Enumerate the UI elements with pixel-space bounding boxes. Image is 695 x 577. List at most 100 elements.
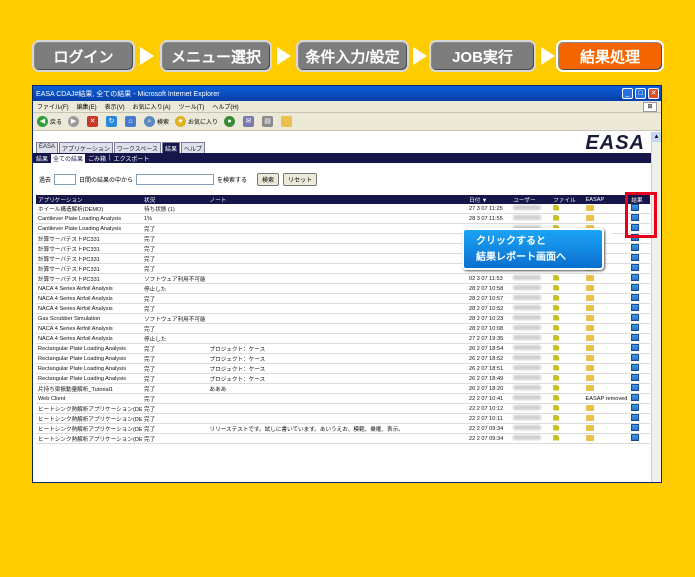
result-report-icon[interactable]	[631, 354, 640, 361]
row-file[interactable]	[551, 373, 584, 384]
row-result[interactable]	[629, 303, 650, 314]
file-icon[interactable]	[553, 434, 560, 441]
result-report-icon[interactable]	[631, 434, 640, 441]
result-report-icon[interactable]	[631, 334, 640, 341]
row-result[interactable]	[629, 263, 650, 274]
row-application[interactable]: ヒートシンク熱解析アプリケーション(DEMO)	[36, 423, 142, 434]
result-report-icon[interactable]	[631, 384, 640, 391]
print-button[interactable]: ▤	[262, 116, 275, 127]
table-row[interactable]: ホイール構造解析(DEMO) 待ち状態 (1) 27 3 07 11:25	[36, 204, 650, 214]
row-file[interactable]	[551, 333, 584, 344]
result-report-icon[interactable]	[631, 324, 640, 331]
row-application[interactable]: 計算サーバテストPC331	[36, 253, 142, 264]
file-icon[interactable]	[553, 214, 560, 221]
close-icon[interactable]: ✕	[648, 88, 659, 99]
row-result[interactable]	[629, 423, 650, 434]
row-easap[interactable]	[583, 283, 630, 294]
folder-icon[interactable]	[585, 204, 594, 211]
home-button[interactable]: ⌂	[125, 116, 138, 127]
result-report-icon[interactable]	[631, 304, 640, 311]
file-icon[interactable]	[553, 304, 560, 311]
row-application[interactable]: NACA 4 Series Airfoil Analysis	[36, 283, 142, 294]
row-result[interactable]	[629, 323, 650, 334]
result-report-icon[interactable]	[631, 364, 640, 371]
row-easap[interactable]	[583, 353, 630, 364]
row-file[interactable]	[551, 393, 584, 404]
row-easap[interactable]: EASAP removed	[583, 393, 630, 404]
file-icon[interactable]	[553, 204, 560, 211]
row-easap[interactable]	[583, 313, 630, 324]
row-easap[interactable]	[583, 343, 630, 354]
result-report-icon[interactable]	[631, 404, 640, 411]
search-input[interactable]	[136, 174, 215, 185]
table-row[interactable]: Rectangular Plate Loading Analysis 完了 プロジェ…	[36, 373, 650, 384]
result-report-icon[interactable]	[631, 314, 640, 321]
table-row[interactable]: ヒートシンク熱解析アプリケーション(DEMO) 完了 22 2 07 10:12	[36, 403, 650, 414]
folder-icon[interactable]	[585, 314, 594, 321]
row-result[interactable]	[629, 383, 650, 394]
table-row[interactable]: Rectangular Plate Loading Analysis 完了 プロジェ…	[36, 363, 650, 374]
stop-button[interactable]: ✕	[87, 116, 100, 127]
folder-icon[interactable]	[585, 364, 594, 371]
row-result[interactable]	[629, 253, 650, 264]
row-application[interactable]: Rectangular Plate Loading Analysis	[36, 363, 142, 374]
row-easap[interactable]	[583, 293, 630, 304]
row-result[interactable]	[629, 353, 650, 364]
row-file[interactable]	[551, 383, 584, 394]
row-file[interactable]	[551, 323, 584, 334]
table-row[interactable]: Web Client 完了 22 2 07 10:41 EASAP removed	[36, 393, 650, 404]
file-icon[interactable]	[553, 404, 560, 411]
result-report-icon[interactable]	[631, 244, 640, 251]
table-row[interactable]: ヒートシンク熱解析アプリケーション(DEMO) 完了 22 2 07 10:11	[36, 413, 650, 424]
folder-icon[interactable]	[585, 304, 594, 311]
folder-icon[interactable]	[585, 324, 594, 331]
row-file[interactable]	[551, 313, 584, 324]
reset-button[interactable]: リセット	[283, 173, 318, 186]
back-button[interactable]: ◀ 戻る	[37, 116, 62, 127]
col-note[interactable]: ノート	[207, 195, 467, 204]
folder-icon[interactable]	[585, 424, 594, 431]
minimize-icon[interactable]: _	[622, 88, 633, 99]
row-file[interactable]	[551, 303, 584, 314]
row-result[interactable]	[629, 273, 650, 284]
result-report-icon[interactable]	[631, 374, 640, 381]
row-application[interactable]: 計算サーバテストPC331	[36, 273, 142, 284]
file-icon[interactable]	[553, 364, 560, 371]
refresh-button[interactable]: ↻	[106, 116, 119, 127]
vertical-scrollbar[interactable]: ▲	[651, 132, 661, 482]
result-report-icon[interactable]	[631, 424, 640, 431]
table-row[interactable]: 片持ち梁振動量解析_Tutorial1 完了 あああ 26 2 07 18:20	[36, 383, 650, 394]
row-result[interactable]	[629, 243, 650, 254]
search-button[interactable]: ⌕ 検索	[144, 116, 169, 127]
row-application[interactable]: 計算サーバテストPC331	[36, 233, 142, 244]
row-application[interactable]: 計算サーバテストPC331	[36, 243, 142, 254]
col-status[interactable]: 状況	[142, 195, 208, 204]
row-easap[interactable]	[583, 303, 630, 314]
folder-icon[interactable]	[585, 384, 594, 391]
row-result[interactable]	[629, 393, 650, 404]
row-easap[interactable]	[583, 383, 630, 394]
row-application[interactable]: NACA 4 Series Airfoil Analysis	[36, 323, 142, 334]
row-application[interactable]: ヒートシンク熱解析アプリケーション(DEMO)	[36, 433, 142, 444]
row-file[interactable]	[551, 413, 584, 424]
row-easap[interactable]	[583, 363, 630, 374]
folder-icon[interactable]	[585, 274, 594, 281]
table-row[interactable]: Cantilever Plate Loading Analysis 1% 28 3 …	[36, 213, 650, 224]
folder-icon[interactable]	[585, 294, 594, 301]
file-icon[interactable]	[553, 314, 560, 321]
folder-icon[interactable]	[585, 284, 594, 291]
nav-all-results[interactable]: 全ての結果	[51, 153, 86, 163]
row-application[interactable]: NACA 4 Series Airfoil Analysis	[36, 333, 142, 344]
search-button[interactable]: 検索	[257, 173, 280, 186]
table-row[interactable]: NACA 4 Series Airfoil Analysis 停止した 27 2 0…	[36, 333, 650, 344]
mail-button[interactable]: ✉	[243, 116, 256, 127]
row-file[interactable]	[551, 423, 584, 434]
folder-icon[interactable]	[585, 334, 594, 341]
file-icon[interactable]	[553, 354, 560, 361]
file-icon[interactable]	[553, 274, 560, 281]
menu-view[interactable]: 表示(V)	[105, 102, 125, 111]
folder-icon[interactable]	[585, 434, 594, 441]
menu-favorites[interactable]: お気に入り(A)	[133, 102, 171, 111]
col-user[interactable]: ユーザー	[511, 195, 552, 204]
row-easap[interactable]	[583, 273, 630, 284]
